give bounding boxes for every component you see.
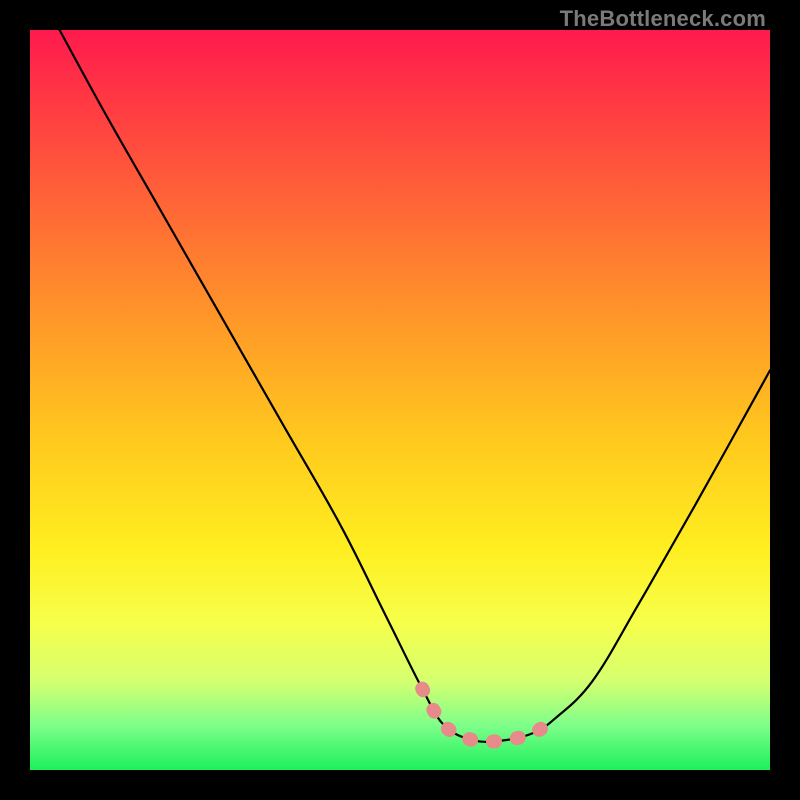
chart-area bbox=[30, 30, 770, 770]
watermark-text: TheBottleneck.com bbox=[560, 6, 766, 32]
chart-svg bbox=[30, 30, 770, 770]
valley-highlight bbox=[422, 689, 555, 742]
bottleneck-curve bbox=[60, 30, 770, 742]
